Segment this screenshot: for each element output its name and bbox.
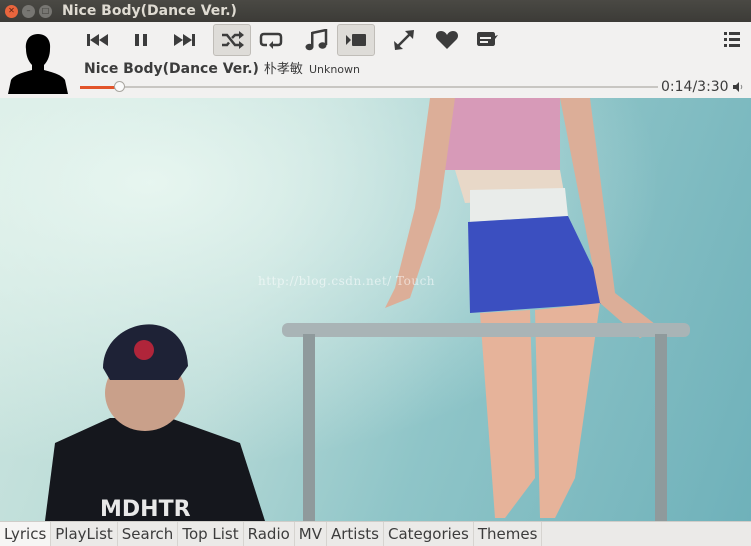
previous-button[interactable] xyxy=(79,24,117,56)
fullscreen-button[interactable] xyxy=(385,24,423,56)
svg-text:MDHTR: MDHTR xyxy=(100,497,191,521)
dancer-leg-left xyxy=(480,310,535,518)
repeat-icon xyxy=(259,32,283,49)
skip-previous-icon xyxy=(87,34,108,46)
now-playing-info: Nice Body(Dance Ver.) 朴孝敏 Unknown xyxy=(84,58,360,77)
shuffle-button[interactable] xyxy=(213,24,251,56)
minimize-icon: – xyxy=(26,6,31,15)
railing-top xyxy=(282,323,690,337)
tab-bar: Lyrics PlayList Search Top List Radio MV… xyxy=(0,521,751,546)
close-icon: ✕ xyxy=(8,6,15,15)
volume-button[interactable] xyxy=(732,81,744,93)
song-artist[interactable]: 朴孝敏 xyxy=(264,58,303,77)
song-album[interactable]: Unknown xyxy=(309,63,360,76)
progress-handle[interactable] xyxy=(113,81,125,92)
window-close-button[interactable]: ✕ xyxy=(5,4,18,18)
tab-mv[interactable]: MV xyxy=(295,522,327,546)
comment-icon xyxy=(477,32,498,46)
window-title: Nice Body(Dance Ver.) xyxy=(62,3,237,19)
menu-button[interactable] xyxy=(722,30,742,48)
artist-avatar xyxy=(5,28,71,94)
tab-themes[interactable]: Themes xyxy=(474,522,543,546)
tab-top-list[interactable]: Top List xyxy=(178,522,244,546)
window-maximize-button[interactable]: □ xyxy=(39,4,52,18)
next-button[interactable] xyxy=(165,24,203,56)
player-header: Nice Body(Dance Ver.) 朴孝敏 Unknown 0:14/3… xyxy=(0,22,751,98)
fullscreen-icon xyxy=(394,30,414,50)
favorite-button[interactable] xyxy=(428,24,466,56)
tab-radio[interactable]: Radio xyxy=(244,522,295,546)
window-minimize-button[interactable]: – xyxy=(22,4,35,18)
heart-icon xyxy=(435,31,459,49)
railing-post-left xyxy=(303,334,315,521)
title-bar: ✕ – □ Nice Body(Dance Ver.) xyxy=(0,0,751,22)
song-title: Nice Body(Dance Ver.) xyxy=(84,61,259,77)
repeat-button[interactable] xyxy=(252,24,290,56)
shuffle-icon xyxy=(222,31,244,49)
video-frame: MDHTR xyxy=(45,98,690,521)
video-player[interactable]: MDHTR http://blog.csdn.net/ Touch xyxy=(0,98,751,521)
comment-button[interactable] xyxy=(467,24,505,56)
video-icon xyxy=(346,34,366,46)
tab-lyrics[interactable]: Lyrics xyxy=(0,522,52,546)
music-note-icon xyxy=(305,29,328,51)
pause-icon xyxy=(135,34,147,46)
progress-slider[interactable] xyxy=(80,81,658,92)
tab-search[interactable]: Search xyxy=(118,522,179,546)
pause-button[interactable] xyxy=(122,24,160,56)
tab-artists[interactable]: Artists xyxy=(327,522,384,546)
cap-logo xyxy=(134,340,154,360)
tab-categories[interactable]: Categories xyxy=(384,522,474,546)
music-mode-button[interactable] xyxy=(298,24,336,56)
video-watermark: http://blog.csdn.net/ Touch xyxy=(258,274,436,288)
video-mode-button[interactable] xyxy=(337,24,375,56)
tab-playlist[interactable]: PlayList xyxy=(51,522,118,546)
skip-next-icon xyxy=(174,34,195,46)
time-readout: 0:14/3:30 xyxy=(661,79,729,95)
railing-post-right xyxy=(655,334,667,521)
maximize-icon: □ xyxy=(41,6,50,15)
progress-fill xyxy=(80,86,119,89)
dancer-top xyxy=(445,98,560,170)
